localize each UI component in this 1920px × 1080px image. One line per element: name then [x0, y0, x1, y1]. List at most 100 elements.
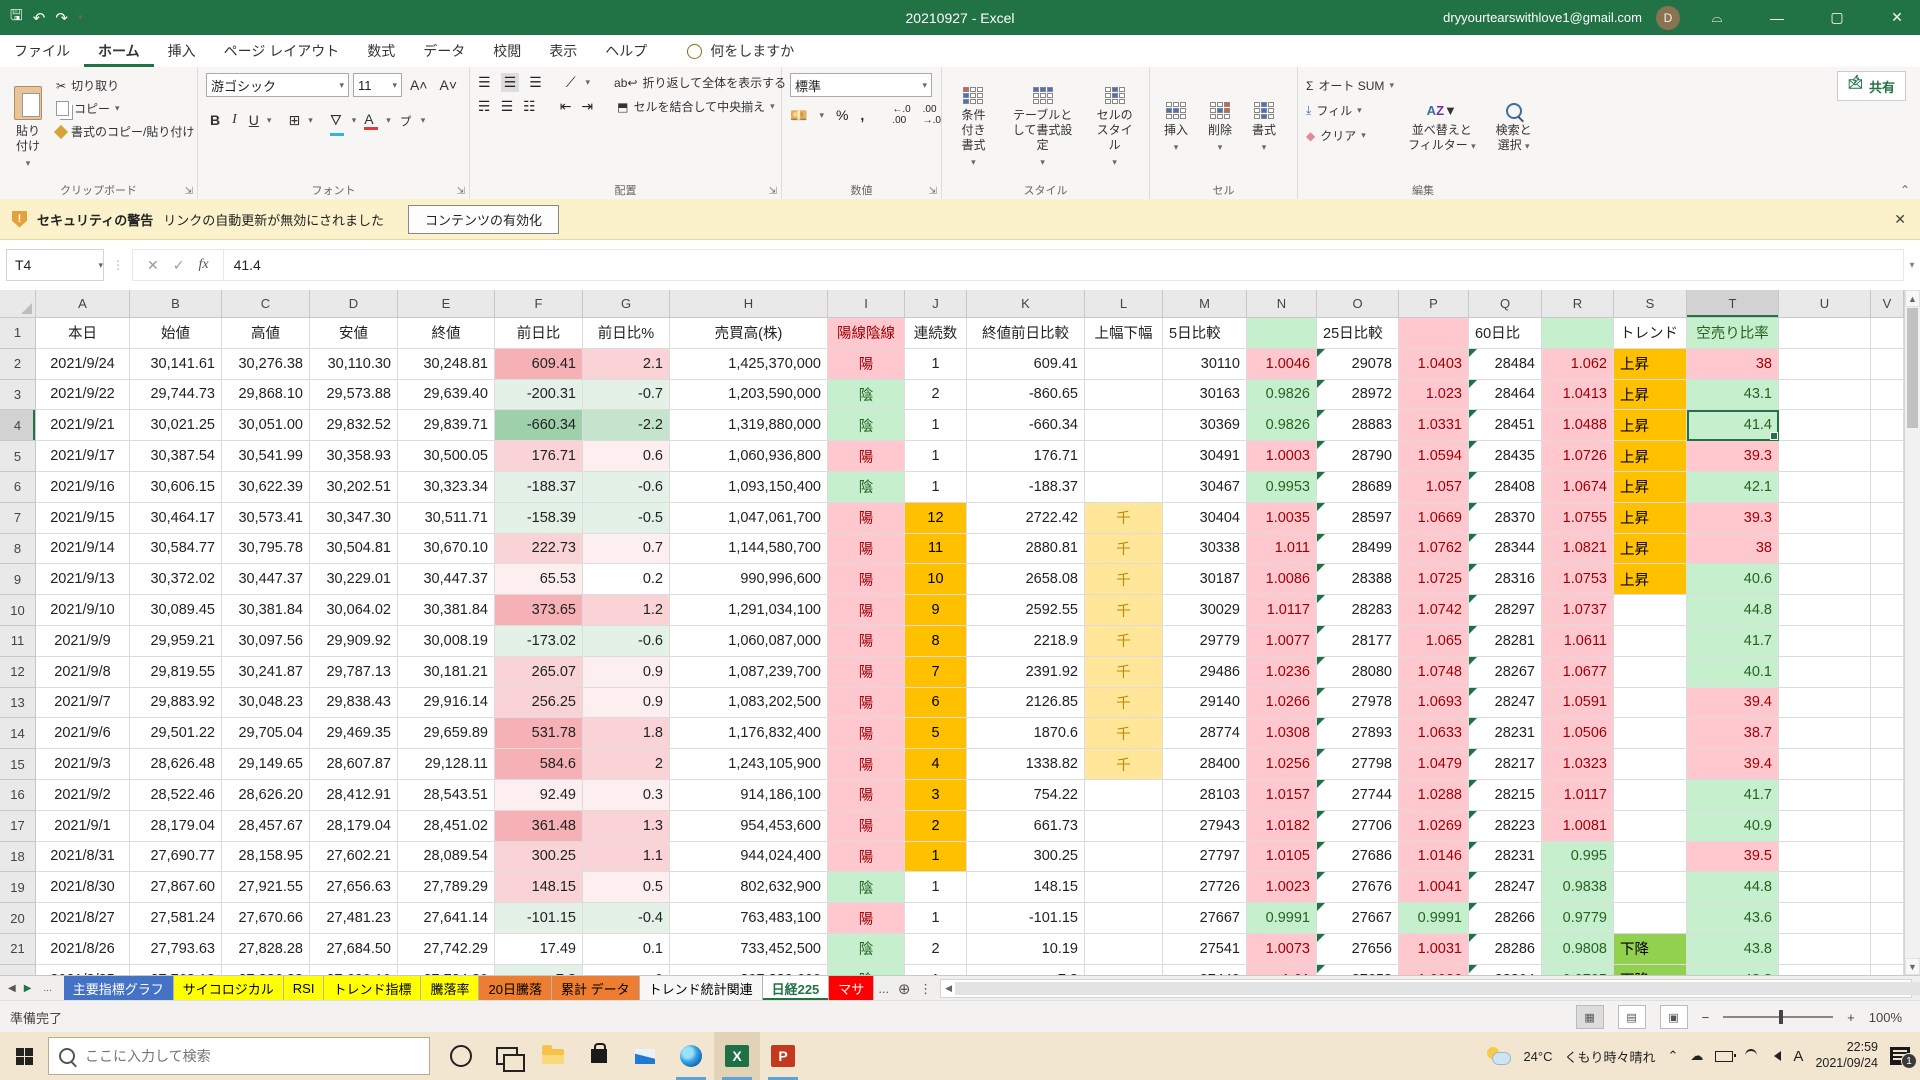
percent-icon[interactable]: %: [836, 107, 848, 123]
cell-T20[interactable]: 43.6: [1687, 903, 1779, 934]
cell-L9[interactable]: 千: [1085, 564, 1163, 595]
cell-K15[interactable]: 1338.82: [967, 749, 1085, 780]
cell-E17[interactable]: 28,451.02: [398, 811, 495, 842]
column-header-F[interactable]: F: [495, 290, 583, 318]
cell-F14[interactable]: 531.78: [495, 718, 583, 749]
cell-L2[interactable]: [1085, 349, 1163, 380]
cell-V13[interactable]: [1871, 688, 1904, 719]
close-button[interactable]: ✕: [1874, 0, 1920, 35]
cell-G15[interactable]: 2: [583, 749, 670, 780]
microsoft-store-icon[interactable]: [576, 1032, 622, 1080]
cell-C11[interactable]: 30,097.56: [222, 626, 310, 657]
cell-O16[interactable]: 27744: [1317, 780, 1399, 811]
column-header-J[interactable]: J: [905, 290, 967, 318]
cell-B18[interactable]: 27,690.77: [130, 842, 222, 873]
cell-M7[interactable]: 30404: [1163, 503, 1247, 534]
cell-N14[interactable]: 1.0308: [1247, 718, 1317, 749]
network-icon[interactable]: [1745, 1049, 1757, 1063]
cell-C9[interactable]: 30,447.37: [222, 564, 310, 595]
scroll-down-icon[interactable]: ▼: [1905, 958, 1920, 975]
cell-D11[interactable]: 29,909.92: [310, 626, 398, 657]
cell-J7[interactable]: 12: [905, 503, 967, 534]
cell-G4[interactable]: -2.2: [583, 410, 670, 441]
cell-V16[interactable]: [1871, 780, 1904, 811]
cell-I21[interactable]: 陰: [828, 934, 905, 965]
cell-N17[interactable]: 1.0182: [1247, 811, 1317, 842]
cell-V17[interactable]: [1871, 811, 1904, 842]
cell-I19[interactable]: 陰: [828, 872, 905, 903]
name-box[interactable]: T4▾: [6, 249, 104, 281]
cell-I4[interactable]: 陰: [828, 410, 905, 441]
cell-C8[interactable]: 30,795.78: [222, 534, 310, 565]
cell-C1[interactable]: 高値: [222, 318, 310, 349]
cell-T19[interactable]: 44.8: [1687, 872, 1779, 903]
task-view-icon[interactable]: [484, 1032, 530, 1080]
cell-B15[interactable]: 28,626.48: [130, 749, 222, 780]
cell-K6[interactable]: -188.37: [967, 472, 1085, 503]
cell-L12[interactable]: 千: [1085, 657, 1163, 688]
cell-F16[interactable]: 92.49: [495, 780, 583, 811]
cell-O10[interactable]: 28283: [1317, 595, 1399, 626]
cell-K1[interactable]: 終値前日比較: [967, 318, 1085, 349]
italic-button[interactable]: I: [228, 112, 241, 128]
cell-R10[interactable]: 1.0737: [1542, 595, 1614, 626]
normal-view-icon[interactable]: ▦: [1576, 1005, 1604, 1029]
column-header-B[interactable]: B: [130, 290, 222, 318]
cell-P6[interactable]: 1.057: [1399, 472, 1469, 503]
cell-Q8[interactable]: 28344: [1469, 534, 1542, 565]
cell-Q15[interactable]: 28217: [1469, 749, 1542, 780]
cell-H9[interactable]: 990,996,600: [670, 564, 828, 595]
cell-T5[interactable]: 39.3: [1687, 441, 1779, 472]
cell-K16[interactable]: 754.22: [967, 780, 1085, 811]
cell-V9[interactable]: [1871, 564, 1904, 595]
cell-T13[interactable]: 39.4: [1687, 688, 1779, 719]
cell-M3[interactable]: 30163: [1163, 380, 1247, 411]
cell-I14[interactable]: 陽: [828, 718, 905, 749]
cell-B12[interactable]: 29,819.55: [130, 657, 222, 688]
column-header-G[interactable]: G: [583, 290, 670, 318]
cell-G7[interactable]: -0.5: [583, 503, 670, 534]
cell-F11[interactable]: -173.02: [495, 626, 583, 657]
cell-C6[interactable]: 30,622.39: [222, 472, 310, 503]
cell-A21[interactable]: 2021/8/26: [36, 934, 130, 965]
cell-J1[interactable]: 連続数: [905, 318, 967, 349]
column-header-S[interactable]: S: [1614, 290, 1687, 318]
cell-Q13[interactable]: 28247: [1469, 688, 1542, 719]
cell-N9[interactable]: 1.0086: [1247, 564, 1317, 595]
cell-D14[interactable]: 29,469.35: [310, 718, 398, 749]
cell-U17[interactable]: [1779, 811, 1871, 842]
alignment-dialog-launcher-icon[interactable]: ⇲: [769, 186, 777, 197]
cell-B20[interactable]: 27,581.24: [130, 903, 222, 934]
zoom-slider-thumb[interactable]: [1779, 1010, 1783, 1024]
cell-R4[interactable]: 1.0488: [1542, 410, 1614, 441]
cell-R15[interactable]: 1.0323: [1542, 749, 1614, 780]
cell-T18[interactable]: 39.5: [1687, 842, 1779, 873]
cell-S16[interactable]: [1614, 780, 1687, 811]
cell-F21[interactable]: 17.49: [495, 934, 583, 965]
cell-P9[interactable]: 1.0725: [1399, 564, 1469, 595]
cell-C20[interactable]: 27,670.66: [222, 903, 310, 934]
cell-K10[interactable]: 2592.55: [967, 595, 1085, 626]
speaker-icon[interactable]: [1769, 1051, 1781, 1061]
cell-A18[interactable]: 2021/8/31: [36, 842, 130, 873]
cell-J15[interactable]: 4: [905, 749, 967, 780]
enable-content-button[interactable]: コンテンツの有効化: [408, 205, 559, 234]
cell-I10[interactable]: 陽: [828, 595, 905, 626]
cell-S2[interactable]: 上昇: [1614, 349, 1687, 380]
cell-G13[interactable]: 0.9: [583, 688, 670, 719]
cell-E5[interactable]: 30,500.05: [398, 441, 495, 472]
row-header-14[interactable]: 14: [0, 718, 36, 749]
cell-K11[interactable]: 2218.9: [967, 626, 1085, 657]
cell-H11[interactable]: 1,060,087,000: [670, 626, 828, 657]
cell-P10[interactable]: 1.0742: [1399, 595, 1469, 626]
cell-O6[interactable]: 28689: [1317, 472, 1399, 503]
paste-button[interactable]: 貼り付け▾: [8, 73, 48, 183]
row-header-19[interactable]: 19: [0, 872, 36, 903]
cell-K7[interactable]: 2722.42: [967, 503, 1085, 534]
sheet-tab-日経225[interactable]: 日経225: [763, 976, 830, 1001]
column-header-A[interactable]: A: [36, 290, 130, 318]
cell-G12[interactable]: 0.9: [583, 657, 670, 688]
sheet-nav-right-icon[interactable]: ▶: [24, 983, 32, 994]
cell-styles-button[interactable]: セルのスタイル▾: [1088, 73, 1141, 183]
cell-I6[interactable]: 陰: [828, 472, 905, 503]
